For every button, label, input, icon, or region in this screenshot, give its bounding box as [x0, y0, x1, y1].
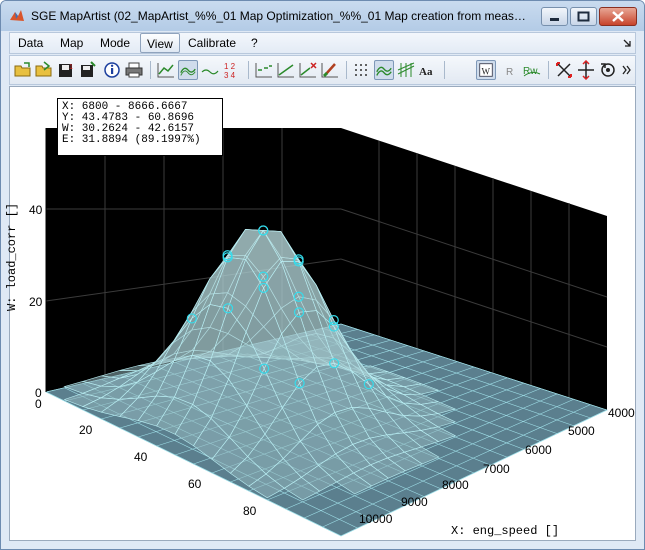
rw-axis-icon[interactable]: Rw [522, 60, 542, 80]
z-tick-label: 40 [29, 203, 43, 217]
svg-text:W: W [482, 67, 491, 77]
y-tick-label: 20 [79, 423, 93, 437]
main-window: SGE MapArtist (02_MapArtist_%%_01 Map Op… [0, 0, 645, 550]
menu-mode[interactable]: Mode [94, 33, 136, 53]
print-icon[interactable] [124, 60, 144, 80]
rotate-axes-icon[interactable] [554, 60, 574, 80]
w-axis-icon[interactable]: W [476, 60, 496, 80]
maximize-button[interactable] [570, 7, 597, 26]
y-tick-label: 80 [243, 504, 257, 518]
menu-view[interactable]: View [140, 33, 180, 53]
svg-text:1: 1 [69, 64, 73, 71]
z-axis-label: W: load_corr [] [5, 202, 19, 311]
info-icon[interactable] [102, 60, 122, 80]
maximize-icon [577, 11, 590, 22]
x-tick-label: 10000 [359, 512, 393, 526]
surface-view-icon[interactable] [178, 60, 198, 80]
y-tick-label: 60 [188, 477, 202, 491]
open-folder-icon[interactable] [13, 60, 33, 80]
flat-line-icon[interactable] [200, 60, 220, 80]
fit-dashed-icon[interactable] [254, 60, 274, 80]
title-bar[interactable]: SGE MapArtist (02_MapArtist_%%_01 Map Op… [1, 1, 644, 31]
y-tick-label: 40 [134, 450, 148, 464]
toolbar-separator [444, 61, 445, 79]
toolbar-separator [248, 61, 249, 79]
toolbar-separator [548, 61, 549, 79]
toolbar-separator [346, 61, 347, 79]
minimize-button[interactable] [541, 7, 568, 26]
edit-brush-icon[interactable] [320, 60, 340, 80]
x-tick-label: 5000 [568, 424, 595, 438]
x-tick-label: 9000 [401, 495, 428, 509]
x-axis-label: X: eng_speed [] [451, 524, 560, 538]
x-tick-label: 8000 [442, 478, 469, 492]
chevron-right-icon[interactable] [622, 38, 632, 48]
x-tick-label: 7000 [483, 462, 510, 476]
svg-text:1 2: 1 2 [224, 62, 236, 71]
window-title: SGE MapArtist (02_MapArtist_%%_01 Map Op… [31, 9, 531, 23]
table-view-icon[interactable]: 1 23 4 [222, 60, 242, 80]
close-icon [612, 11, 624, 22]
save-as-icon[interactable] [78, 60, 98, 80]
y-tick-label: 0 [35, 397, 42, 411]
menu-help[interactable]: ? [245, 33, 264, 53]
mesh-icon[interactable] [374, 60, 394, 80]
fit-remove-icon[interactable] [298, 60, 318, 80]
matlab-app-icon [10, 10, 24, 21]
selection-info-box: X: 6800 - 8666.6667 Y: 43.4783 - 60.8696… [57, 98, 223, 156]
z-tick-label: 20 [29, 295, 43, 309]
scale-axes-icon[interactable] [576, 60, 596, 80]
menu-bar: Data Map Mode View Calibrate ? [9, 32, 636, 54]
points-grid-icon[interactable] [352, 60, 372, 80]
svg-text:R: R [506, 67, 513, 78]
line-view-icon[interactable] [156, 60, 176, 80]
close-button[interactable] [599, 7, 637, 26]
x-tick-label: 4000 [608, 406, 635, 420]
svg-text:3 4: 3 4 [224, 71, 236, 80]
toolbar-separator [150, 61, 151, 79]
svg-text:Aa: Aa [419, 66, 433, 78]
menu-data[interactable]: Data [12, 33, 49, 53]
grid-lines-icon[interactable] [396, 60, 416, 80]
open-folder-arrow-icon[interactable] [34, 60, 54, 80]
toolbar: 1 1 23 4 Aa W R Rw [9, 55, 636, 85]
menu-calibrate[interactable]: Calibrate [182, 33, 242, 53]
r-axis-icon[interactable]: R [500, 60, 520, 80]
font-icon[interactable]: Aa [418, 60, 438, 80]
menu-map[interactable]: Map [54, 33, 89, 53]
fit-line-icon[interactable] [276, 60, 296, 80]
double-chevron-icon[interactable] [622, 64, 632, 76]
info-error: E: 31.8894 (89.1997%) [62, 134, 201, 146]
save-icon[interactable]: 1 [56, 60, 76, 80]
reset-view-icon[interactable] [598, 60, 618, 80]
x-tick-label: 6000 [525, 443, 552, 457]
minimize-icon [550, 18, 559, 21]
